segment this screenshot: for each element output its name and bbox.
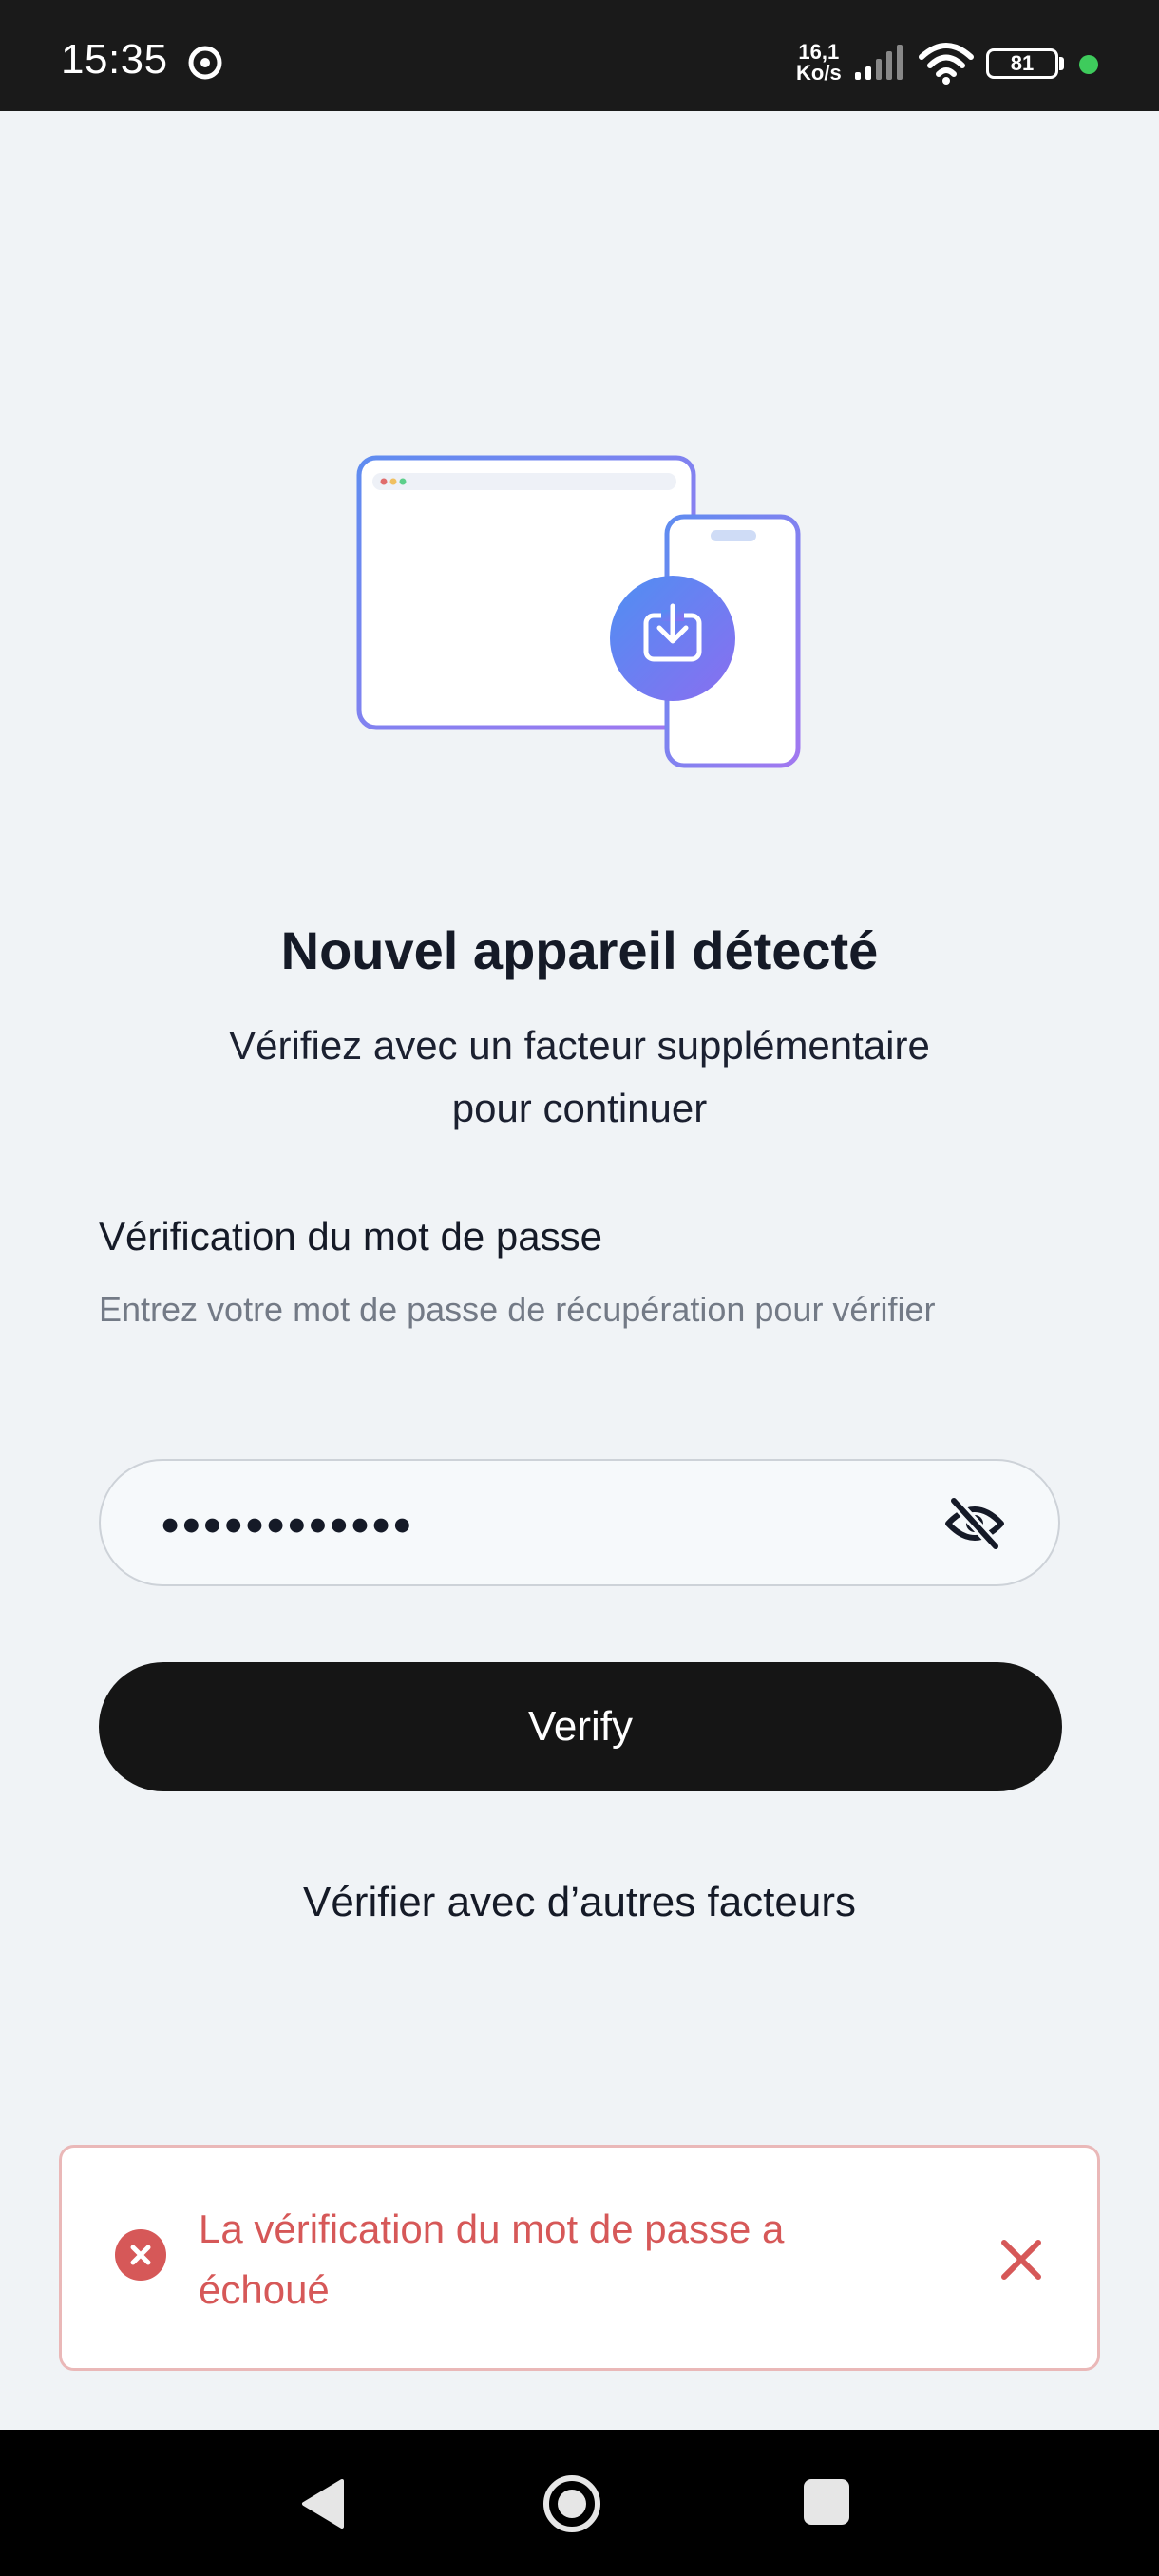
wifi-icon <box>919 43 974 85</box>
system-nav-bar <box>0 2430 1159 2576</box>
eye-off-icon[interactable] <box>944 1497 1005 1550</box>
error-message: La vérification du mot de passe a échoué <box>199 2207 785 2312</box>
page-subtitle: Vérifiez avec un facteur supplémentaire … <box>229 1023 930 1130</box>
page-title: Nouvel appareil détecté <box>280 920 879 980</box>
password-section-help: Entrez votre mot de passe de récupératio… <box>99 1290 936 1329</box>
battery-level: 81 <box>1010 51 1035 75</box>
net-speed-value: 16,1 <box>798 40 840 64</box>
password-input-value[interactable]: •••••••••••• <box>162 1497 414 1554</box>
battery-tip <box>1059 57 1064 70</box>
verify-other-factors-link[interactable]: Vérifier avec d’autres facteurs <box>0 1879 1159 1926</box>
close-icon[interactable] <box>997 2235 1046 2284</box>
verify-button[interactable]: Verify <box>99 1662 1062 1791</box>
back-icon[interactable] <box>300 2477 346 2530</box>
signal-icon <box>855 45 902 80</box>
error-toast: La vérification du mot de passe a échoué <box>59 2145 1100 2371</box>
password-input[interactable]: •••••••••••• <box>99 1459 1060 1586</box>
privacy-indicator-dot <box>1079 55 1098 74</box>
status-bar: 15:35 16,1 Ko/s 81 <box>0 0 1159 111</box>
new-device-illustration <box>356 455 801 768</box>
net-speed: 16,1 Ko/s <box>796 42 842 84</box>
error-icon <box>115 2229 166 2281</box>
password-section-label: Vérification du mot de passe <box>99 1214 602 1259</box>
home-icon[interactable] <box>542 2473 602 2534</box>
net-speed-unit: Ko/s <box>796 61 842 85</box>
recents-icon[interactable] <box>804 2479 849 2525</box>
status-time: 15:35 <box>61 36 168 83</box>
chrome-icon <box>188 46 222 80</box>
